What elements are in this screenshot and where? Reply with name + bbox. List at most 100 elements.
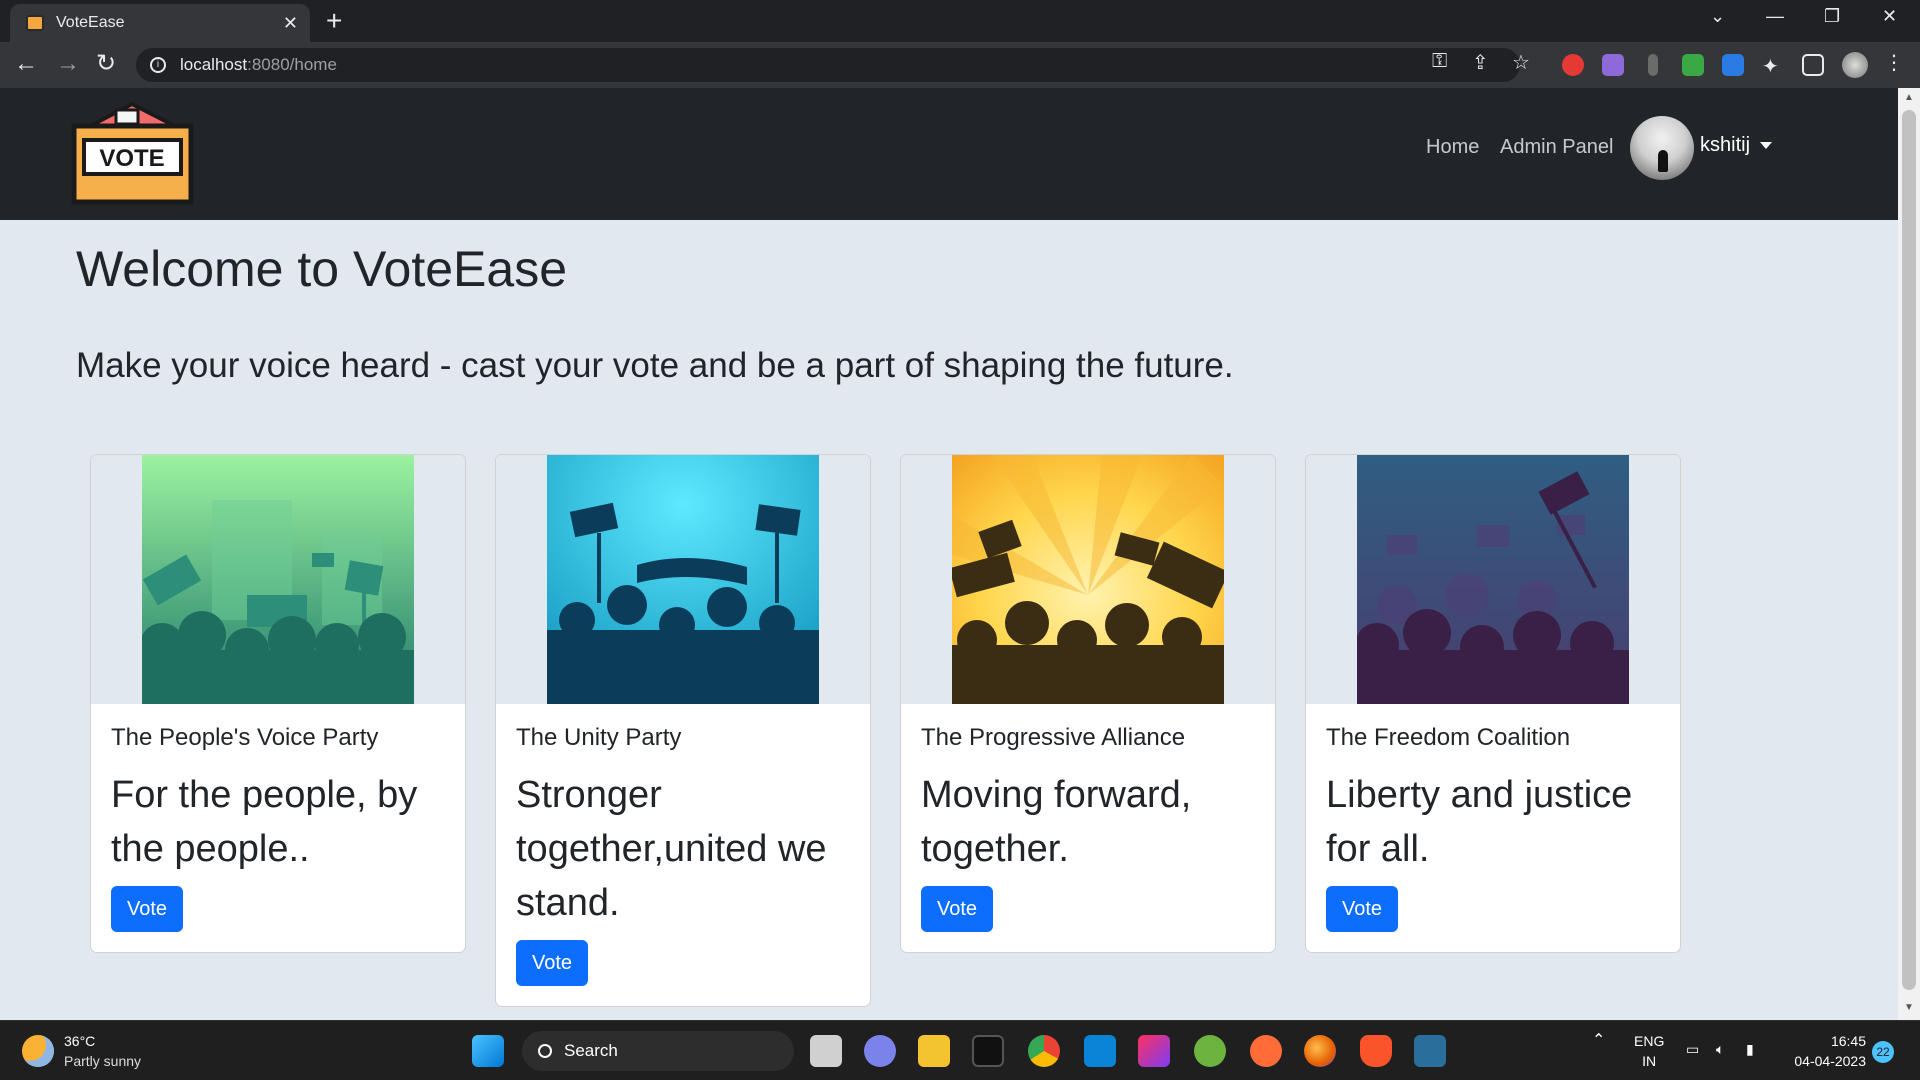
language-code: ENG (1634, 1033, 1665, 1049)
scroll-down-arrow-icon[interactable]: ▼ (1904, 1002, 1914, 1013)
user-avatar[interactable] (1630, 116, 1694, 180)
taskbar-search-label: Search (564, 1041, 618, 1060)
forward-icon[interactable]: → (56, 50, 80, 78)
restore-icon[interactable]: ❐ (1824, 6, 1840, 27)
url-path: :8080/home (247, 55, 337, 74)
party-name: The Freedom Coalition (1326, 724, 1571, 751)
page-scrollbar[interactable]: ▲ ▼ (1898, 88, 1920, 1020)
side-panel-icon[interactable] (1802, 54, 1824, 76)
taskbar-search[interactable]: Search (522, 1031, 794, 1071)
extension-tree-icon[interactable] (1682, 54, 1704, 76)
extension-pen-icon[interactable] (1602, 54, 1624, 76)
weather-temperature: 36°C (64, 1033, 96, 1049)
party-name: The Unity Party (516, 724, 682, 751)
tab-title: VoteEase (56, 14, 125, 31)
vote-logo[interactable]: VOTE (70, 102, 195, 206)
weather-widget[interactable]: 36°C Partly sunny (22, 1031, 202, 1073)
vote-button[interactable]: Vote (921, 886, 994, 932)
region-code: IN (1642, 1053, 1657, 1069)
chrome-icon[interactable] (1028, 1035, 1060, 1067)
start-windows-icon[interactable] (472, 1035, 504, 1067)
language-indicator[interactable]: ENG IN (1634, 1031, 1664, 1071)
extension-bulb-icon[interactable] (1648, 54, 1658, 76)
crowd-illustration-blue (547, 455, 819, 704)
party-slogan: For the people, by the people.. (111, 774, 418, 870)
reload-icon[interactable]: ↻ (96, 50, 116, 78)
bookmark-star-icon[interactable]: ☆ (1512, 50, 1530, 75)
password-key-icon[interactable]: ⚿ (1432, 50, 1447, 73)
intellij-icon[interactable] (1138, 1035, 1170, 1067)
tab-search-chevron-icon[interactable]: ⌄ (1710, 6, 1725, 27)
scrollbar-thumb[interactable] (1902, 110, 1916, 990)
back-icon[interactable]: ← (14, 50, 38, 78)
party-name: The People's Voice Party (111, 724, 379, 751)
firefox-icon[interactable] (1304, 1035, 1336, 1067)
close-window-icon[interactable]: ✕ (1882, 6, 1897, 27)
extensions-puzzle-icon[interactable]: ✦ (1762, 54, 1784, 78)
vote-favicon-icon (26, 15, 44, 31)
partly-sunny-icon (22, 1035, 54, 1067)
show-hidden-icons-chevron-icon[interactable]: ⌃ (1592, 1031, 1605, 1051)
share-icon[interactable]: ⇪ (1472, 50, 1489, 75)
file-explorer-icon[interactable] (918, 1035, 950, 1067)
new-tab-icon[interactable]: + (326, 6, 342, 36)
vote-button[interactable]: Vote (516, 940, 589, 986)
url-host: localhost (180, 55, 248, 74)
party-name: The Progressive Alliance (921, 724, 1186, 751)
address-bar[interactable]: i localhost :8080/home (136, 48, 1520, 82)
clock-date: 04-04-2023 (1794, 1053, 1866, 1069)
browser-tab[interactable]: VoteEase ✕ (10, 4, 310, 42)
crowd-illustration-purple (1357, 455, 1629, 704)
party-card: The Progressive Alliance Moving forward,… (900, 454, 1276, 953)
volume-icon[interactable]: 🔈︎ (1716, 1039, 1724, 1059)
party-card: The Freedom Coalition Liberty and justic… (1305, 454, 1681, 953)
extension-adblock-icon[interactable] (1562, 54, 1584, 76)
clock[interactable]: 16:45 04-04-2023 (1786, 1031, 1866, 1071)
party-image (901, 455, 1275, 704)
weather-condition: Partly sunny (64, 1053, 142, 1069)
profile-avatar-icon[interactable] (1842, 52, 1868, 78)
nav-link-home[interactable]: Home (1426, 136, 1479, 159)
windows-taskbar: 36°C Partly sunny Search ⌃ ENG IN ▭ 🔈︎ ▮… (0, 1020, 1920, 1080)
site-info-icon[interactable]: i (150, 57, 166, 73)
scroll-up-arrow-icon[interactable]: ▲ (1904, 92, 1914, 103)
network-icon[interactable]: ▭ (1686, 1039, 1699, 1059)
terminal-icon[interactable] (972, 1035, 1004, 1067)
postman-icon[interactable] (1250, 1035, 1282, 1067)
party-image (496, 455, 870, 704)
battery-icon[interactable]: ▮ (1746, 1039, 1754, 1059)
vote-button[interactable]: Vote (1326, 886, 1399, 932)
task-view-icon[interactable] (810, 1035, 842, 1067)
party-card: The Unity Party Stronger together,united… (495, 454, 871, 1007)
vscode-icon[interactable] (1084, 1035, 1116, 1067)
mysql-workbench-icon[interactable] (1414, 1035, 1446, 1067)
party-slogan: Liberty and justice for all. (1326, 774, 1633, 870)
party-slogan: Stronger together,united we stand. (516, 774, 827, 924)
app-navbar: VOTE Home Admin Panel kshitij (0, 88, 1898, 220)
extension-reader-icon[interactable] (1722, 54, 1744, 76)
user-dropdown-caret-icon[interactable] (1760, 142, 1772, 149)
vote-button[interactable]: Vote (111, 886, 184, 932)
search-icon (538, 1044, 552, 1058)
teams-chat-icon[interactable] (864, 1035, 896, 1067)
browser-toolbar: ← → ↻ i localhost :8080/home ⚿ ⇪ ☆ (0, 42, 1920, 88)
page-title: Welcome to VoteEase (76, 241, 568, 297)
close-tab-icon[interactable]: ✕ (283, 13, 298, 34)
logo-text: VOTE (99, 145, 164, 172)
notification-badge[interactable]: 22 (1872, 1041, 1894, 1063)
browser-tab-bar: VoteEase ✕ + ⌄ — ❐ ✕ (0, 0, 1920, 42)
crowd-illustration-green (142, 455, 414, 704)
username[interactable]: kshitij (1700, 134, 1750, 157)
crowd-illustration-orange (952, 455, 1224, 704)
brave-icon[interactable] (1360, 1035, 1392, 1067)
spring-tools-icon[interactable] (1194, 1035, 1226, 1067)
party-image (91, 455, 465, 704)
clock-time: 16:45 (1830, 1033, 1866, 1049)
page-lead-text: Make your voice heard - cast your vote a… (76, 346, 1234, 385)
browser-menu-icon[interactable]: ⋮ (1884, 50, 1906, 74)
party-card: The People's Voice Party For the people,… (90, 454, 466, 953)
party-slogan: Moving forward, together. (921, 774, 1192, 870)
party-image (1306, 455, 1680, 704)
minimize-icon[interactable]: — (1766, 6, 1784, 27)
nav-link-admin-panel[interactable]: Admin Panel (1500, 136, 1613, 159)
